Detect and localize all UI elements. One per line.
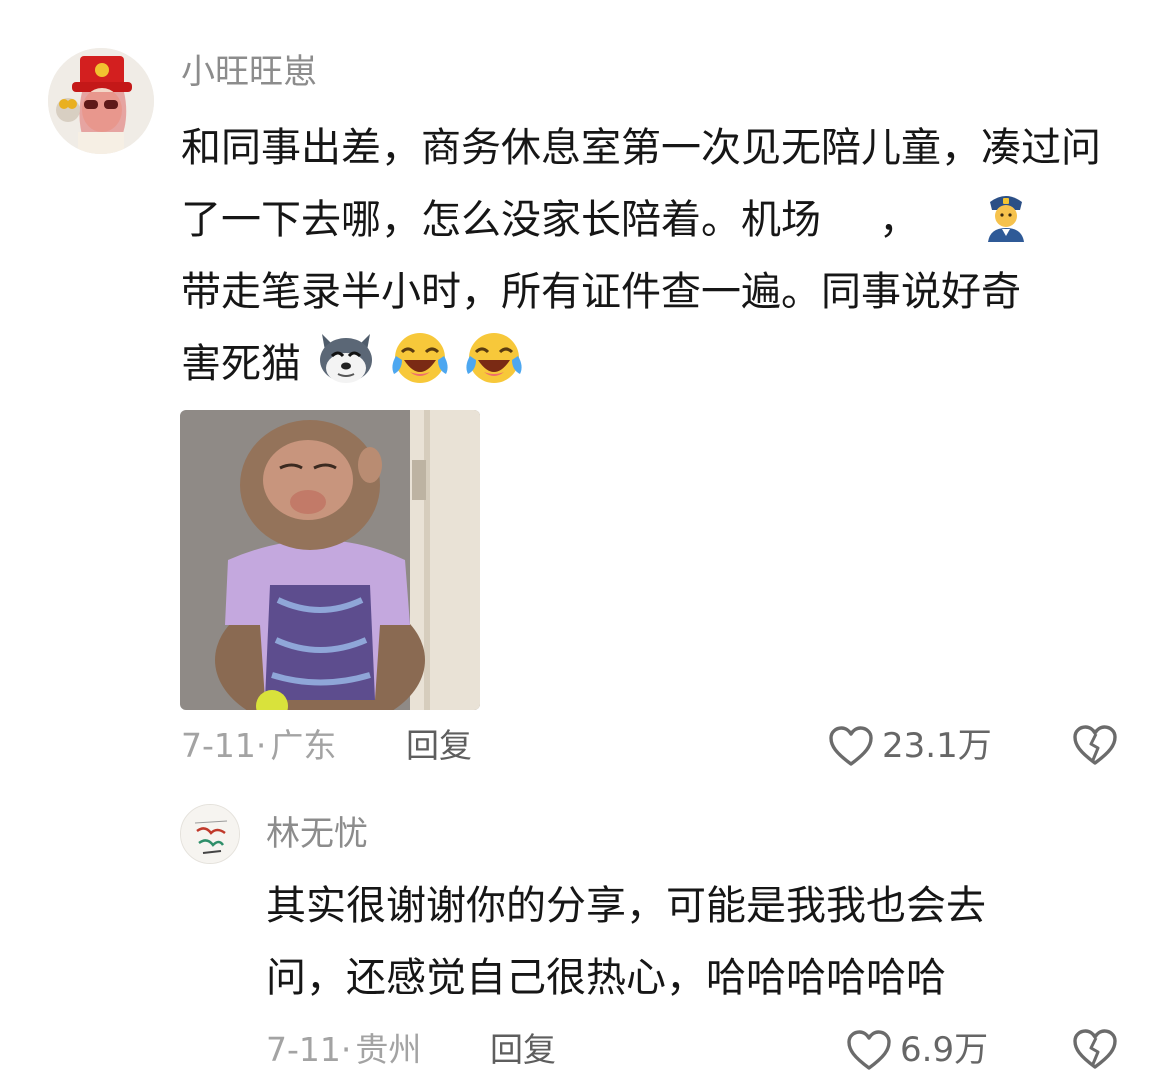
reply-button[interactable]: 回复 xyxy=(406,726,472,766)
reply-item: 林无忧 其实很谢谢你的分享，可能是我我也会去 问，还感觉自己很热心，哈哈哈哈哈哈… xyxy=(0,790,1170,1082)
comment-text-main: 和同事出差，商务休息室第一次见无陪儿童，凑过问了一下去哪，怎么没家长陪着。机场 xyxy=(181,125,1101,243)
dislike-button[interactable] xyxy=(1072,1028,1118,1070)
meta-separator: · xyxy=(255,726,267,765)
comment-date: 7-11 xyxy=(181,726,256,765)
reply-text-line2: 问，还感觉自己很热心，哈哈哈哈哈哈 xyxy=(266,955,946,1001)
comment-text-comma: ， xyxy=(879,197,919,243)
reply-text: 其实很谢谢你的分享，可能是我我也会去 问，还感觉自己很热心，哈哈哈哈哈哈 xyxy=(266,870,1066,1014)
username[interactable]: 林无忧 xyxy=(266,814,368,854)
reply-button[interactable]: 回复 xyxy=(490,1030,556,1070)
comment-meta: 7-11 · 贵州 xyxy=(266,1030,421,1070)
like-count: 23.1万 xyxy=(882,726,992,766)
comment-location: 广东 xyxy=(270,726,337,765)
dislike-button[interactable] xyxy=(1072,724,1118,766)
emoji-row xyxy=(316,330,524,390)
comment-image[interactable] xyxy=(180,410,480,710)
comment-item: 小旺旺崽 和同事出差，商务休息室第一次见无陪儿童，凑过问了一下去哪，怎么没家长陪… xyxy=(0,0,1170,800)
comment-date: 7-11 xyxy=(266,1030,341,1069)
police-emoji xyxy=(984,188,1028,242)
comment-location: 贵州 xyxy=(355,1030,422,1069)
crying-laughing-emoji xyxy=(464,330,524,390)
meta-separator: · xyxy=(340,1030,352,1069)
heart-icon xyxy=(846,1029,892,1071)
heart-icon xyxy=(828,725,874,767)
comment-meta: 7-11 · 广东 xyxy=(181,726,336,766)
like-button[interactable]: 23.1万 xyxy=(828,724,992,768)
comment-text-line4: 害死猫 xyxy=(181,341,301,387)
broken-heart-icon xyxy=(1072,724,1118,766)
crying-laughing-emoji xyxy=(390,330,450,390)
reply-text-line1: 其实很谢谢你的分享，可能是我我也会去 xyxy=(266,883,986,929)
comment-text-line3: 带走笔录半小时，所有证件查一遍。同事说好奇 xyxy=(181,269,1021,315)
broken-heart-icon xyxy=(1072,1028,1118,1070)
avatar[interactable] xyxy=(48,48,154,154)
like-count: 6.9万 xyxy=(900,1030,989,1070)
username[interactable]: 小旺旺崽 xyxy=(181,52,317,92)
like-button[interactable]: 6.9万 xyxy=(846,1028,988,1072)
husky-emoji xyxy=(316,330,376,390)
avatar[interactable] xyxy=(180,804,240,864)
